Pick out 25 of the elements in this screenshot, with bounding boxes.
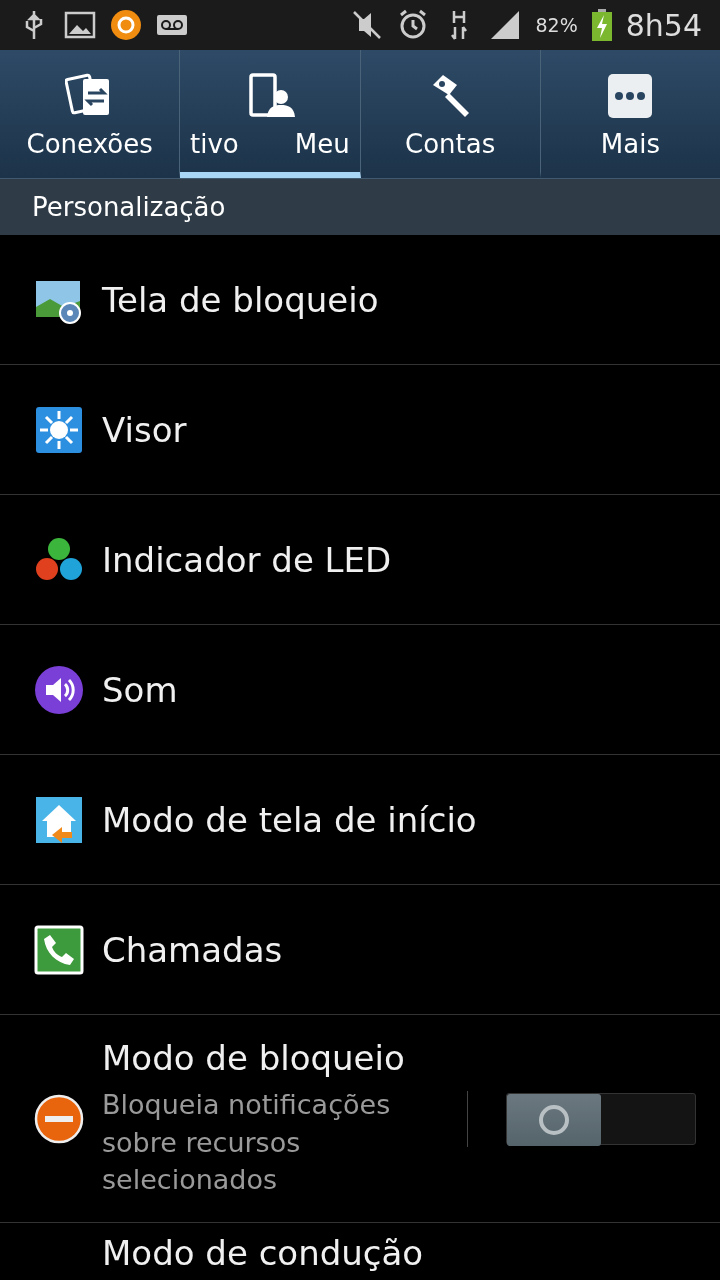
toggle-switch[interactable] bbox=[506, 1092, 696, 1145]
home-icon bbox=[34, 794, 84, 845]
speaker-icon bbox=[34, 664, 84, 715]
settings-tab[interactable]: Mais bbox=[540, 50, 720, 178]
setting-title[interactable]: Modo de bloqueio bbox=[102, 1037, 449, 1078]
clock: 8h54 bbox=[625, 7, 702, 43]
image-icon bbox=[64, 9, 96, 41]
setting-title[interactable]: Visor bbox=[102, 409, 696, 450]
setting-title[interactable]: Tela de bloqueio bbox=[102, 279, 696, 320]
signal-icon bbox=[489, 9, 522, 41]
app-circle-icon bbox=[110, 9, 142, 41]
setting-title[interactable]: Chamadas bbox=[102, 929, 696, 970]
battery-charging-icon bbox=[591, 9, 612, 41]
settings-tab[interactable]: Contas bbox=[360, 50, 541, 178]
setting-title[interactable]: Modo de tela de início bbox=[102, 799, 696, 840]
brightness-icon bbox=[34, 404, 84, 455]
setting-title[interactable]: Modo de condução bbox=[102, 1233, 696, 1273]
setting-title[interactable]: Indicador de LED bbox=[102, 539, 696, 580]
phone-icon bbox=[34, 924, 84, 975]
battery-percent: 82% bbox=[535, 14, 578, 36]
setting-description: Bloqueia notificações sobre recursos selecionados bbox=[102, 1087, 392, 1198]
block-icon bbox=[34, 1093, 84, 1144]
settings-tab[interactable]: Conexões bbox=[0, 50, 181, 178]
section-header: Personalização bbox=[0, 179, 720, 235]
setting-title[interactable]: Som bbox=[102, 669, 696, 710]
